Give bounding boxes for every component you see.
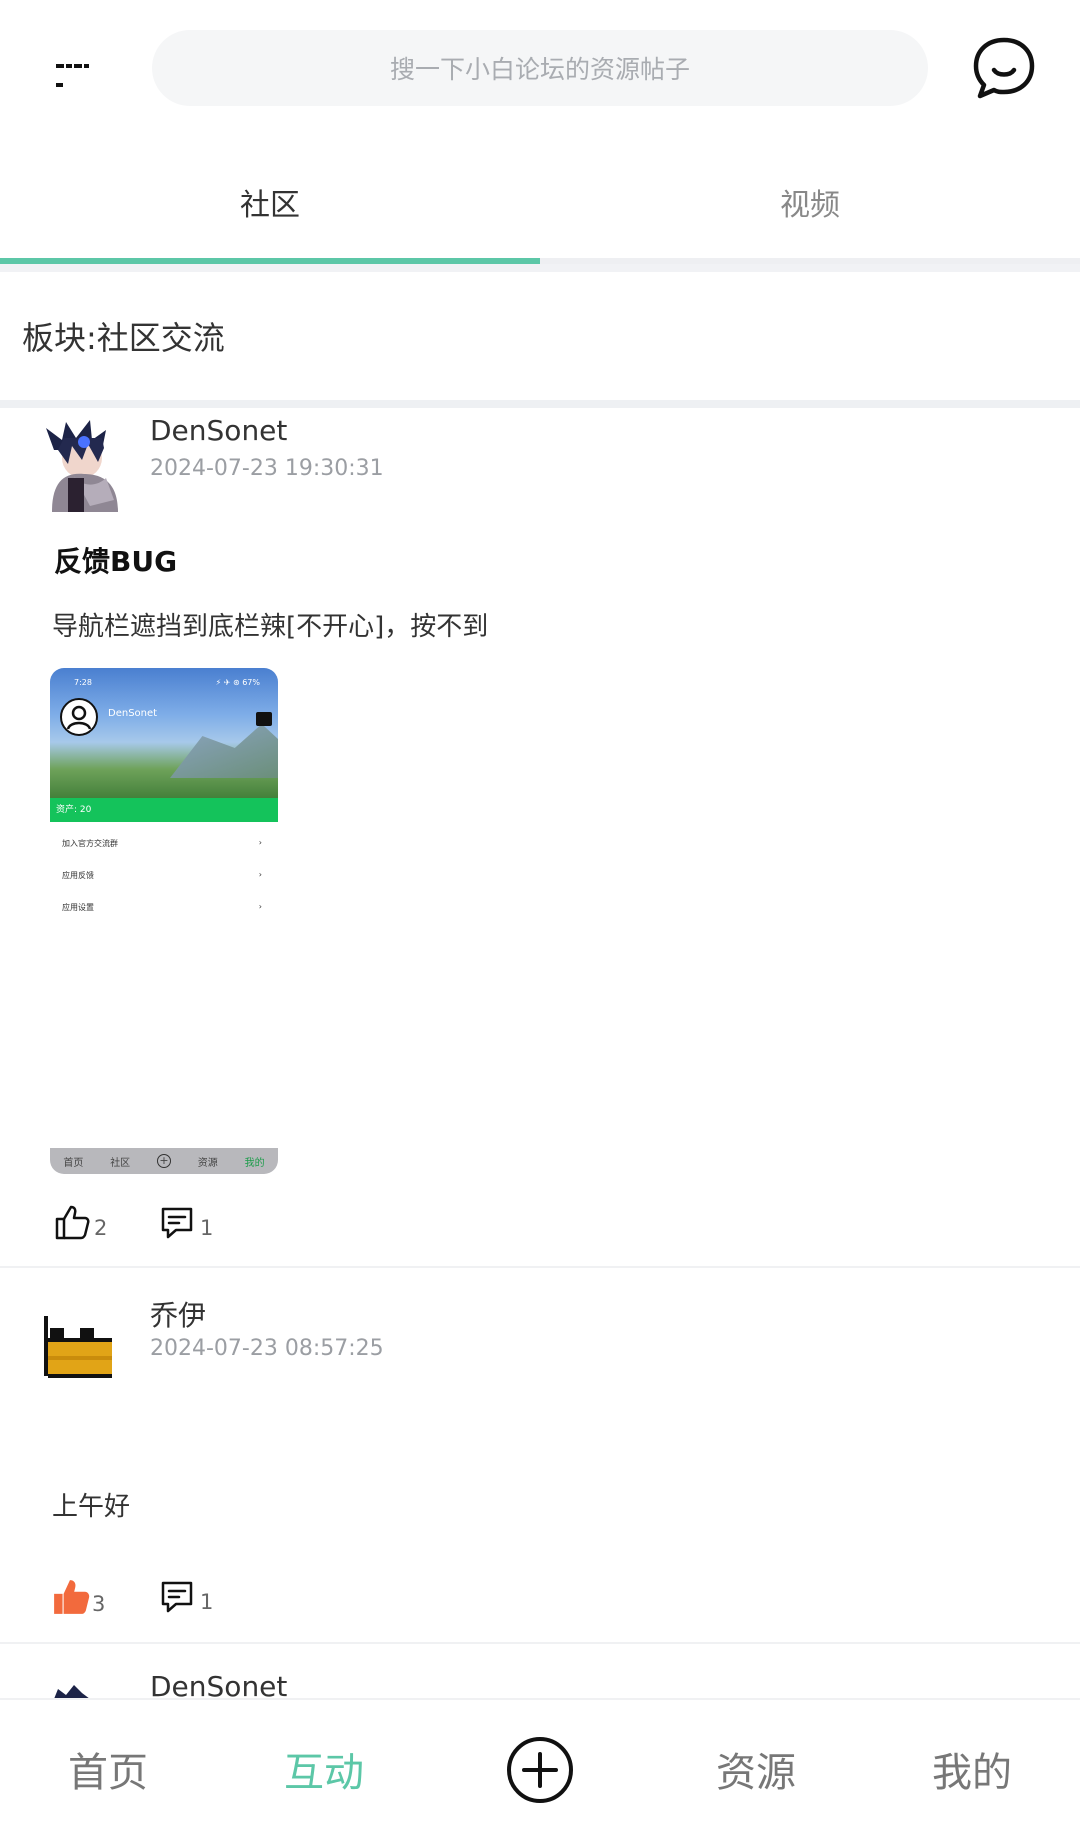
tab-video[interactable]: 视频 <box>540 140 1080 264</box>
add-post-button[interactable] <box>506 1736 574 1804</box>
post-author[interactable]: DenSonet <box>150 414 287 447</box>
image-assets-bar: 资产: 20 <box>50 798 278 822</box>
image-row-label: 加入官方交流群 <box>62 839 118 848</box>
nav-label: 首页 <box>68 1750 148 1796</box>
tab-label: 社区 <box>240 188 300 223</box>
avatar[interactable] <box>44 1684 122 1698</box>
image-nav-item: 首页 <box>63 1157 84 1169</box>
like-button[interactable]: 3 <box>52 1578 105 1616</box>
nav-interact[interactable]: 互动 <box>256 1700 392 1838</box>
image-nav-item: 我的 <box>244 1157 265 1169</box>
comment-button[interactable]: 1 <box>160 1206 213 1240</box>
image-nav-item: 资源 <box>197 1157 218 1169</box>
board-label: 板块:社区交流 <box>22 319 225 357</box>
image-profile-icon <box>60 698 98 736</box>
image-row: 加入官方交流群 › <box>62 838 262 849</box>
image-nav-item: 社区 <box>110 1157 131 1169</box>
like-count: 3 <box>92 1592 106 1616</box>
nav-home[interactable]: 首页 <box>40 1700 176 1838</box>
image-row: 应用反馈 › <box>62 870 262 881</box>
thumbs-up-icon <box>54 1580 90 1614</box>
board-header: 板块:社区交流 <box>0 272 1080 400</box>
comment-icon <box>161 1581 193 1613</box>
image-status-right: ⚡ ✈ ⊛ 67% <box>215 678 260 687</box>
post-author[interactable]: 乔伊 <box>150 1294 206 1334</box>
image-profile-name: DenSonet <box>108 708 158 719</box>
top-header: 搜一下小白论坛的资源帖子 <box>0 0 1080 140</box>
tab-community[interactable]: 社区 <box>0 140 540 264</box>
image-row-arrow: › <box>258 902 262 911</box>
avatar[interactable] <box>44 1300 122 1392</box>
comment-icon <box>161 1207 193 1239</box>
calendar-icon <box>256 712 272 726</box>
plus-circle-icon <box>507 1737 573 1803</box>
image-row-arrow: › <box>258 870 262 879</box>
post-time: 2024-07-23 08:57:25 <box>150 1336 384 1361</box>
nav-resources[interactable]: 资源 <box>688 1700 824 1838</box>
chat-bubble-icon[interactable] <box>970 34 1038 102</box>
post-body[interactable]: 上午好 <box>52 1486 130 1523</box>
image-plus-icon: + <box>156 1154 171 1168</box>
image-row: 应用设置 › <box>62 902 262 913</box>
image-row-label: 应用反馈 <box>62 871 94 880</box>
tab-bar: 社区 视频 <box>0 140 1080 264</box>
search-input[interactable]: 搜一下小白论坛的资源帖子 <box>152 30 928 106</box>
bottom-navigation: 首页 互动 资源 我的 <box>0 1698 1080 1836</box>
image-row-label: 应用设置 <box>62 903 94 912</box>
section-divider <box>0 400 1080 408</box>
nav-label: 资源 <box>716 1750 796 1796</box>
like-button[interactable]: 2 <box>54 1204 107 1240</box>
avatar[interactable] <box>44 420 122 512</box>
post-image[interactable]: 7:28 ⚡ ✈ ⊛ 67% DenSonet 资产: 20 加入官方交流群 › … <box>50 668 278 1174</box>
tab-label: 视频 <box>780 188 840 223</box>
comment-button[interactable]: 1 <box>160 1580 213 1614</box>
thumbs-up-icon <box>55 1205 90 1240</box>
comment-count: 1 <box>200 1216 214 1240</box>
image-row-arrow: › <box>258 838 262 847</box>
post-title[interactable]: 反馈BUG <box>54 540 177 580</box>
logo-icon[interactable] <box>56 64 98 87</box>
image-bottom-nav: 首页 社区 + 资源 我的 <box>50 1148 278 1174</box>
nav-label: 互动 <box>284 1750 364 1796</box>
post-body[interactable]: 导航栏遮挡到底栏辣[不开心]，按不到 <box>52 606 488 643</box>
post-time: 2024-07-23 19:30:31 <box>150 456 384 481</box>
nav-label: 我的 <box>932 1750 1012 1796</box>
nav-mine[interactable]: 我的 <box>904 1700 1040 1838</box>
comment-count: 1 <box>200 1590 214 1614</box>
image-status-time: 7:28 <box>74 678 92 687</box>
section-divider <box>0 264 1080 272</box>
search-placeholder: 搜一下小白论坛的资源帖子 <box>389 55 690 84</box>
like-count: 2 <box>94 1216 108 1240</box>
